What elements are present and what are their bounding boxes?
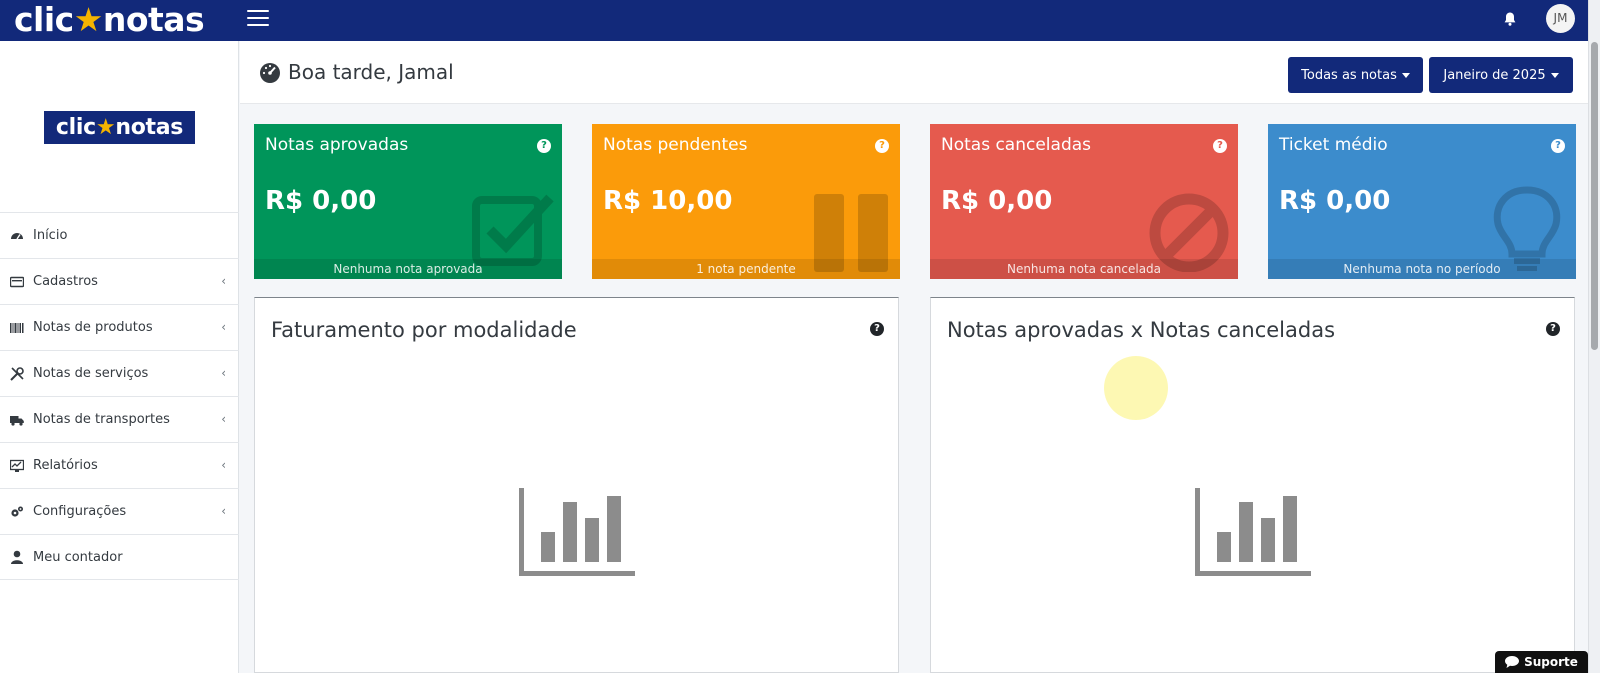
caret-down-icon xyxy=(1401,72,1410,78)
dashboard-icon xyxy=(260,63,280,83)
sidebar-item-meu-contador[interactable]: Meu contador xyxy=(0,534,239,580)
notifications-bell-icon[interactable] xyxy=(1502,11,1518,27)
card-value: R$ 0,00 xyxy=(265,186,377,216)
panel-title: Faturamento por modalidade xyxy=(271,318,577,342)
sidebar-item-label: Início xyxy=(33,228,68,243)
chevron-left-icon: ‹ xyxy=(221,458,226,472)
chat-bubble-icon xyxy=(1505,656,1520,668)
sidebar-item-label: Notas de serviços xyxy=(33,366,149,381)
help-icon[interactable]: ? xyxy=(537,139,551,153)
sidebar-item-label: Cadastros xyxy=(33,274,98,289)
chevron-left-icon: ‹ xyxy=(221,366,226,380)
user-icon xyxy=(10,550,24,564)
sidebar-item-configuracoes[interactable]: Configurações ‹ xyxy=(0,488,239,534)
bar-chart-empty-icon xyxy=(1195,488,1311,576)
sidebar-item-inicio[interactable]: Início xyxy=(0,212,239,258)
chevron-left-icon: ‹ xyxy=(221,320,226,334)
barcode-icon xyxy=(10,321,24,335)
sidebar-item-label: Notas de produtos xyxy=(33,320,153,335)
greeting-text: Boa tarde, Jamal xyxy=(288,60,454,84)
caret-down-icon xyxy=(1550,72,1559,78)
card-value: R$ 0,00 xyxy=(941,186,1053,216)
page-scrollbar-thumb[interactable] xyxy=(1591,42,1598,350)
sidebar-item-label: Configurações xyxy=(33,504,127,519)
sidebar-nav: Início Cadastros ‹ Notas de produtos ‹ N… xyxy=(0,212,239,580)
sidebar-item-cadastros[interactable]: Cadastros ‹ xyxy=(0,258,239,304)
page-title: Boa tarde, Jamal xyxy=(259,60,454,84)
tools-icon xyxy=(10,366,24,381)
pending-notes-card: Notas pendentes ? R$ 10,00 1 nota penden… xyxy=(592,124,900,279)
card-title: Notas pendentes xyxy=(603,135,748,155)
bar-chart-empty-icon xyxy=(519,488,635,576)
sidebar-item-label: Notas de transportes xyxy=(33,412,170,427)
month-filter-dropdown[interactable]: Janeiro de 2025 xyxy=(1429,57,1573,93)
sidebar-item-notas-servicos[interactable]: Notas de serviços ‹ xyxy=(0,350,239,396)
sidebar-item-notas-produtos[interactable]: Notas de produtos ‹ xyxy=(0,304,239,350)
canceled-notes-card: Notas canceladas ? R$ 0,00 Nenhuma nota … xyxy=(930,124,1238,279)
sidebar-logo: clic★notas xyxy=(44,111,195,144)
id-card-icon xyxy=(10,275,24,289)
card-footer: Nenhuma nota cancelada xyxy=(930,259,1238,279)
card-title: Ticket médio xyxy=(1279,135,1388,155)
help-icon[interactable]: ? xyxy=(1546,322,1560,336)
help-icon[interactable]: ? xyxy=(875,139,889,153)
chevron-left-icon: ‹ xyxy=(221,504,226,518)
sidebar-item-label: Meu contador xyxy=(33,549,123,565)
sidebar-item-relatorios[interactable]: Relatórios ‹ xyxy=(0,442,239,488)
help-icon[interactable]: ? xyxy=(1213,139,1227,153)
sidebar-item-label: Relatórios xyxy=(33,458,98,473)
card-footer: Nenhuma nota no período xyxy=(1268,259,1576,279)
approved-notes-card: Notas aprovadas ? R$ 0,00 Nenhuma nota a… xyxy=(254,124,562,279)
card-value: R$ 10,00 xyxy=(603,186,733,216)
average-ticket-card: Ticket médio ? R$ 0,00 Nenhuma nota no p… xyxy=(1268,124,1576,279)
help-icon[interactable]: ? xyxy=(1551,139,1565,153)
billing-by-modality-panel: Faturamento por modalidade ? xyxy=(254,297,899,673)
help-icon[interactable]: ? xyxy=(870,322,884,336)
cogs-icon xyxy=(10,505,24,519)
chevron-left-icon: ‹ xyxy=(221,412,226,426)
card-footer: 1 nota pendente xyxy=(592,259,900,279)
approved-vs-canceled-panel: Notas aprovadas x Notas canceladas ? xyxy=(930,297,1575,673)
panel-title: Notas aprovadas x Notas canceladas xyxy=(947,318,1336,342)
sidebar-item-notas-transportes[interactable]: Notas de transportes ‹ xyxy=(0,396,239,442)
content-header: Boa tarde, Jamal Todas as notas Janeiro … xyxy=(240,41,1588,104)
card-footer: Nenhuma nota aprovada xyxy=(254,259,562,279)
dashboard-icon xyxy=(10,229,24,243)
notes-filter-dropdown[interactable]: Todas as notas xyxy=(1288,57,1423,93)
brand-logo[interactable]: clic★notas xyxy=(14,1,205,39)
user-avatar[interactable]: JM xyxy=(1546,4,1575,33)
truck-icon xyxy=(10,413,24,427)
cursor-highlight xyxy=(1104,356,1168,420)
sidebar: clic★notas Início Cadastros ‹ Notas de p… xyxy=(0,41,239,673)
support-chat-button[interactable]: Suporte xyxy=(1495,651,1588,673)
card-title: Notas canceladas xyxy=(941,135,1092,155)
menu-toggle-icon[interactable] xyxy=(247,10,269,28)
card-value: R$ 0,00 xyxy=(1279,186,1391,216)
chevron-left-icon: ‹ xyxy=(221,274,226,288)
top-navbar: clic★notas JM xyxy=(0,0,1588,41)
chart-report-icon xyxy=(10,459,24,473)
card-title: Notas aprovadas xyxy=(265,135,409,155)
